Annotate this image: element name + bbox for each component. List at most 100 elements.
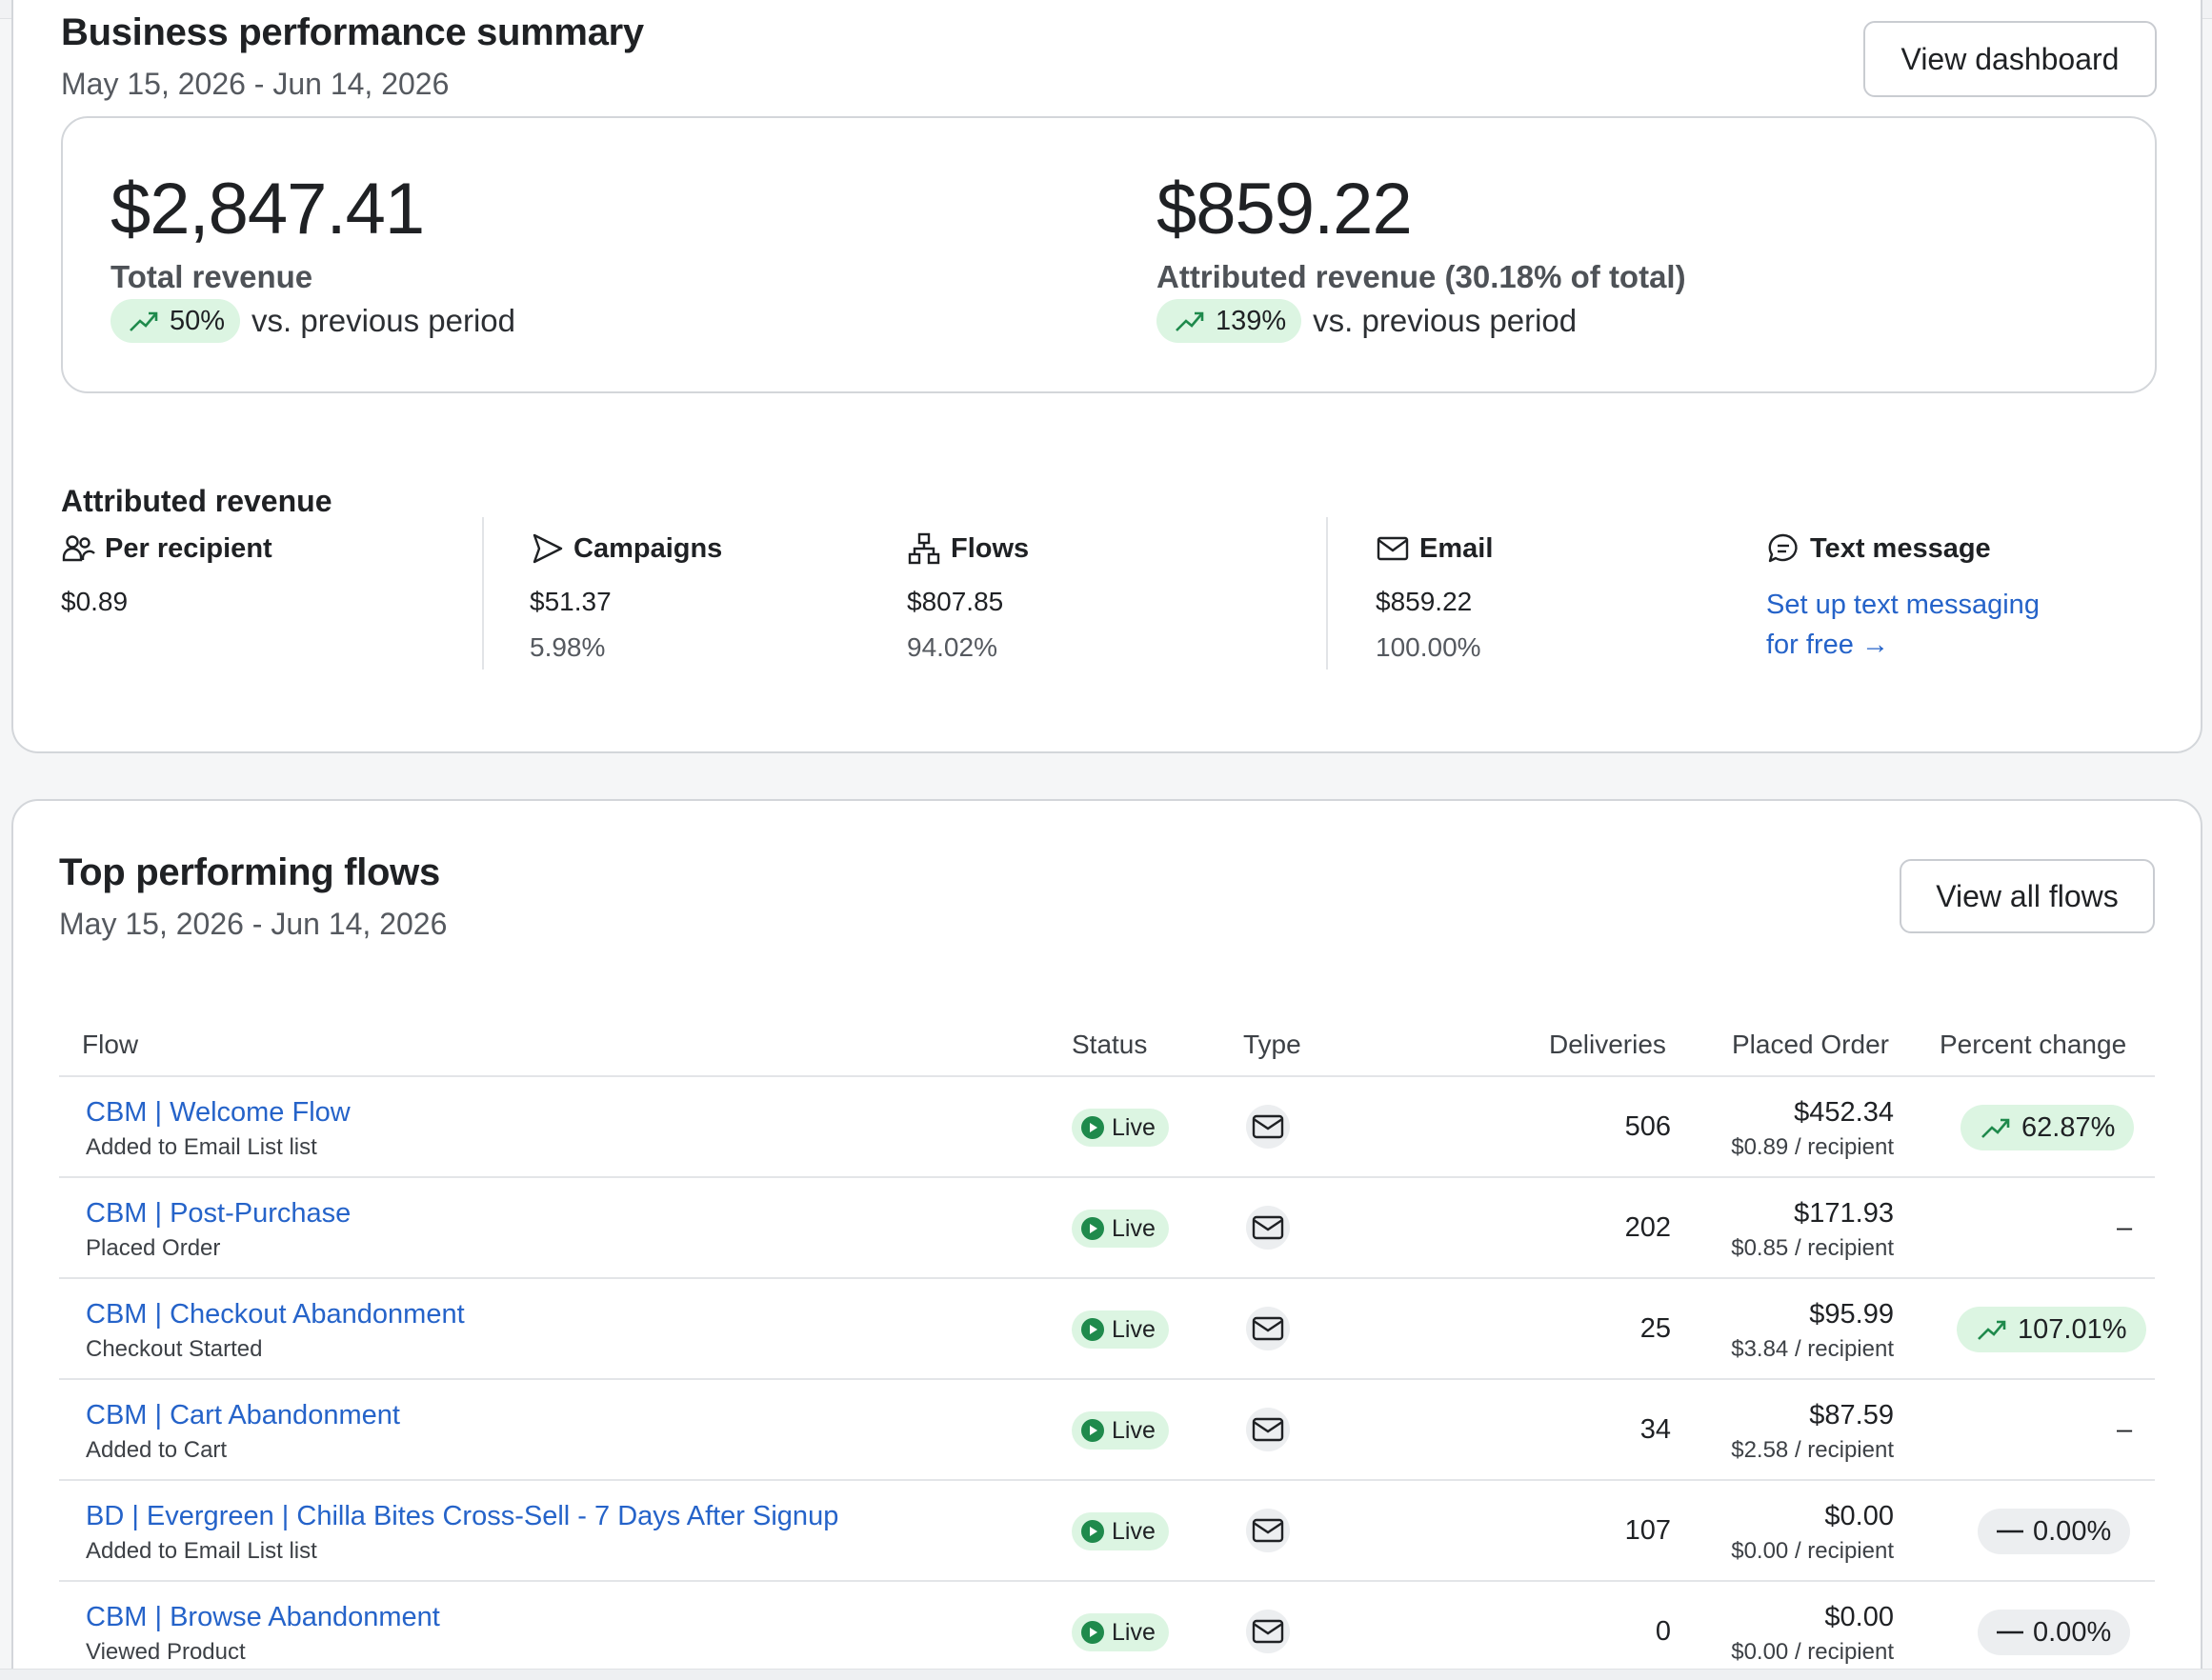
bottom-scroll-edge (0, 1669, 2212, 1680)
total-revenue-value: $2,847.41 (111, 169, 425, 250)
attributed-revenue-section-title: Attributed revenue (61, 484, 332, 518)
flow-trigger: Placed Order (86, 1235, 221, 1261)
flow-trigger: Added to Email List list (86, 1538, 317, 1564)
mail-icon (1246, 1206, 1290, 1250)
trend-up-icon (1176, 311, 1204, 331)
status-badge: Live (1072, 1310, 1169, 1349)
flows-percent: 94.02% (907, 632, 997, 662)
column-header-flow[interactable]: Flow (82, 1030, 138, 1060)
percent-change-badge: 0.00% (1978, 1610, 2131, 1655)
view-all-flows-button[interactable]: View all flows (1900, 859, 2155, 933)
users-icon (62, 535, 95, 562)
play-icon (1081, 1217, 1104, 1240)
table-divider (59, 1580, 2155, 1582)
email-percent: 100.00% (1376, 632, 1481, 662)
percent-change-value: 0.00% (2033, 1616, 2112, 1648)
flat-dash-icon (1997, 1630, 2023, 1634)
email-value: $859.22 (1376, 587, 1473, 616)
placed-order-per-recipient: $3.84 / recipient (1731, 1336, 1894, 1362)
table-divider (59, 1277, 2155, 1279)
setup-text-messaging-link[interactable]: Set up text messaging for free → (1766, 585, 2040, 665)
column-header-deliveries[interactable]: Deliveries (1549, 1030, 1666, 1060)
view-dashboard-button[interactable]: View dashboard (1863, 21, 2157, 97)
status-badge: Live (1072, 1210, 1169, 1248)
total-revenue-change-value: 50% (170, 305, 226, 336)
table-divider (59, 1378, 2155, 1380)
percent-change-empty: – (2117, 1212, 2133, 1243)
status-label: Live (1112, 1517, 1156, 1545)
metric-divider (1326, 517, 1328, 670)
column-header-percent-change[interactable]: Percent change (1940, 1030, 2126, 1060)
flat-dash-icon (1997, 1530, 2023, 1533)
flow-name-link[interactable]: CBM | Welcome Flow (86, 1097, 351, 1129)
column-header-status[interactable]: Status (1072, 1030, 1147, 1060)
status-label: Live (1112, 1618, 1156, 1646)
column-header-type[interactable]: Type (1243, 1030, 1301, 1060)
flow-trigger: Added to Email List list (86, 1134, 317, 1160)
placed-order-per-recipient: $2.58 / recipient (1731, 1437, 1894, 1463)
table-divider (59, 1176, 2155, 1178)
table-divider (59, 1075, 2155, 1077)
attributed-revenue-label: Attributed revenue (30.18% of total) (1156, 259, 1686, 294)
placed-order-value: $95.99 (1809, 1299, 1894, 1330)
flows-title: Top performing flows (59, 851, 440, 893)
campaigns-header: Campaigns (530, 531, 722, 566)
total-revenue-label: Total revenue (111, 259, 313, 294)
percent-change-value: 62.87% (2021, 1111, 2116, 1143)
flow-name-link[interactable]: CBM | Post-Purchase (86, 1198, 351, 1230)
metric-divider (482, 517, 484, 670)
flow-tree-icon (908, 532, 940, 565)
summary-date-range: May 15, 2026 - Jun 14, 2026 (61, 67, 450, 101)
placed-order-per-recipient: $0.89 / recipient (1731, 1134, 1894, 1160)
status-badge: Live (1072, 1109, 1169, 1147)
revenue-overview-box: $2,847.41 Total revenue 50% vs. previous… (61, 116, 2157, 393)
email-header: Email (1376, 531, 1493, 566)
table-divider (59, 1479, 2155, 1481)
column-header-placed-order[interactable]: Placed Order (1732, 1030, 1889, 1060)
flow-name-link[interactable]: CBM | Browse Abandonment (86, 1602, 440, 1633)
placed-order-value: $87.59 (1809, 1400, 1894, 1430)
attributed-revenue-change: 139% vs. previous period (1156, 299, 1577, 343)
flows-label: Flows (951, 532, 1030, 564)
per-recipient-header: Per recipient (61, 531, 272, 566)
flow-name-link[interactable]: CBM | Cart Abandonment (86, 1400, 400, 1431)
flow-name-link[interactable]: BD | Evergreen | Chilla Bites Cross-Sell… (86, 1501, 838, 1532)
text-message-label: Text message (1810, 532, 1991, 564)
placed-order-value: $0.00 (1824, 1602, 1894, 1632)
per-recipient-value: $0.89 (61, 587, 129, 616)
setup-link-line2: for free → (1766, 625, 2040, 665)
trend-up-icon (1978, 1320, 2006, 1340)
percent-change-badge: 107.01% (1957, 1307, 2146, 1352)
trend-up-icon (1981, 1118, 2010, 1138)
play-icon (1081, 1419, 1104, 1442)
chat-bubble-icon (1768, 533, 1798, 563)
flows-date-range: May 15, 2026 - Jun 14, 2026 (59, 907, 448, 941)
play-icon (1081, 1318, 1104, 1341)
flows-header: Flows (907, 531, 1029, 566)
mail-icon (1377, 536, 1409, 561)
play-icon (1081, 1621, 1104, 1644)
flows-value: $807.85 (907, 587, 1004, 616)
status-label: Live (1112, 1113, 1156, 1141)
attributed-revenue-change-value: 139% (1216, 305, 1287, 336)
mail-icon (1246, 1408, 1290, 1451)
flow-trigger: Checkout Started (86, 1336, 263, 1362)
total-revenue-change-pill: 50% (111, 299, 241, 343)
percent-change-badge: 0.00% (1978, 1509, 2131, 1554)
status-badge: Live (1072, 1411, 1169, 1450)
campaigns-value: $51.37 (530, 587, 612, 616)
status-badge: Live (1072, 1512, 1169, 1550)
mail-icon (1246, 1105, 1290, 1149)
flow-name-link[interactable]: CBM | Checkout Abandonment (86, 1299, 465, 1330)
send-icon (533, 533, 563, 564)
setup-link-line1: Set up text messaging (1766, 590, 2040, 620)
per-recipient-label: Per recipient (105, 532, 272, 564)
percent-change-value: 107.01% (2018, 1313, 2127, 1345)
status-label: Live (1112, 1416, 1156, 1444)
arrow-right-icon: → (1860, 630, 1889, 660)
attributed-revenue-value: $859.22 (1156, 169, 1413, 250)
campaigns-percent: 5.98% (530, 632, 606, 662)
total-revenue-change: 50% vs. previous period (111, 299, 515, 343)
total-revenue-comparison: vs. previous period (251, 303, 516, 338)
email-label: Email (1419, 532, 1494, 564)
